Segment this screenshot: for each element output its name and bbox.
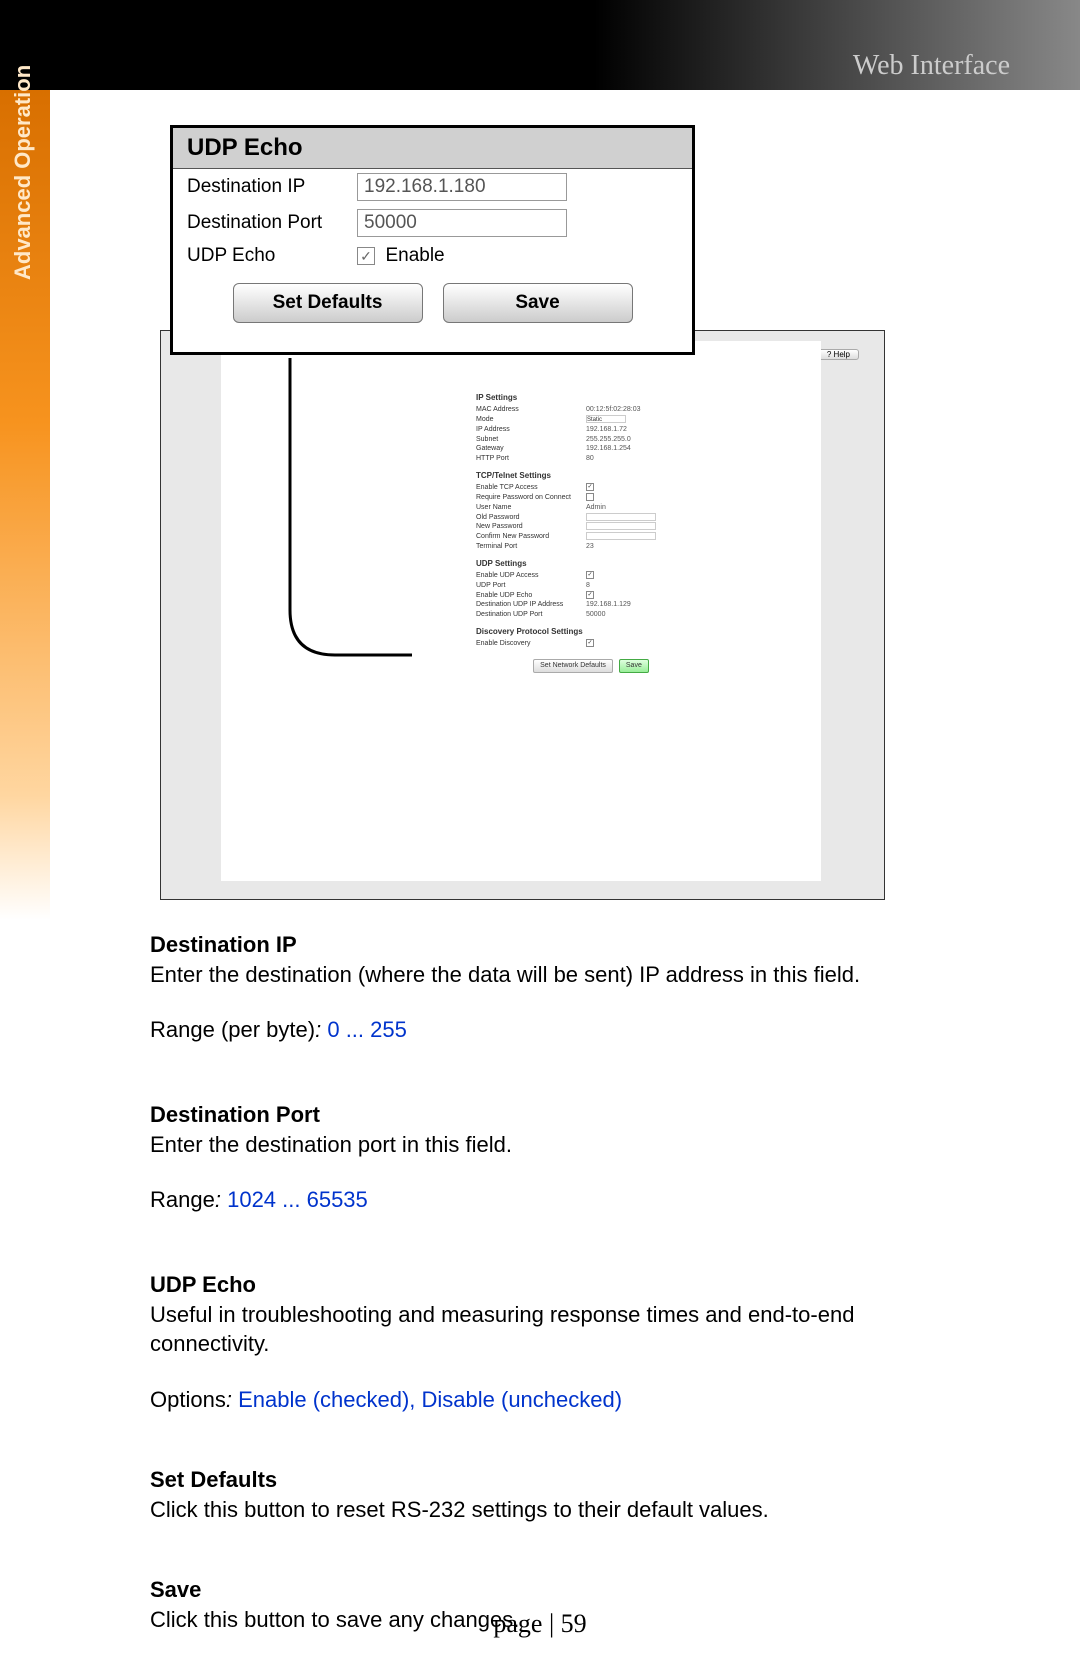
desc-text: Useful in troubleshooting and measuring … bbox=[150, 1300, 950, 1359]
desc-destination-ip: Destination IP Enter the destination (wh… bbox=[150, 930, 950, 1045]
udp-echo-checkbox[interactable]: ✓ bbox=[357, 247, 375, 265]
udp-echo-enable-text: Enable bbox=[385, 245, 444, 266]
range-prefix: Range (per byte) bbox=[150, 1017, 315, 1042]
page-number: page | 59 bbox=[0, 1609, 1080, 1639]
destination-ip-input[interactable] bbox=[357, 173, 567, 201]
udp-echo-label: UDP Echo bbox=[187, 245, 357, 267]
set-defaults-button[interactable]: Set Defaults bbox=[233, 283, 423, 323]
panel-title: UDP Echo bbox=[173, 128, 692, 169]
desc-title: UDP Echo bbox=[150, 1270, 950, 1300]
opt-prefix: Options bbox=[150, 1387, 226, 1412]
desc-set-defaults: Set Defaults Click this button to reset … bbox=[150, 1465, 950, 1524]
range-prefix: Range bbox=[150, 1187, 215, 1212]
desc-title: Destination Port bbox=[150, 1100, 950, 1130]
opt-value: Enable (checked), Disable (unchecked) bbox=[238, 1387, 622, 1412]
destination-port-label: Destination Port bbox=[187, 212, 357, 234]
range-value: 1024 ... 65535 bbox=[227, 1187, 368, 1212]
desc-title: Destination IP bbox=[150, 930, 950, 960]
destination-ip-label: Destination IP bbox=[187, 176, 357, 198]
desc-destination-port: Destination Port Enter the destination p… bbox=[150, 1100, 950, 1215]
destination-port-input[interactable] bbox=[357, 209, 567, 237]
desc-text: Enter the destination (where the data wi… bbox=[150, 960, 950, 990]
save-button[interactable]: Save bbox=[443, 283, 633, 323]
desc-text: Click this button to reset RS-232 settin… bbox=[150, 1495, 950, 1525]
desc-title: Set Defaults bbox=[150, 1465, 950, 1495]
desc-udp-echo: UDP Echo Useful in troubleshooting and m… bbox=[150, 1270, 950, 1415]
range-value: 0 ... 255 bbox=[327, 1017, 407, 1042]
desc-text: Enter the destination port in this field… bbox=[150, 1130, 950, 1160]
desc-title: Save bbox=[150, 1575, 950, 1605]
udp-echo-panel: UDP Echo Destination IP Destination Port… bbox=[170, 125, 695, 355]
